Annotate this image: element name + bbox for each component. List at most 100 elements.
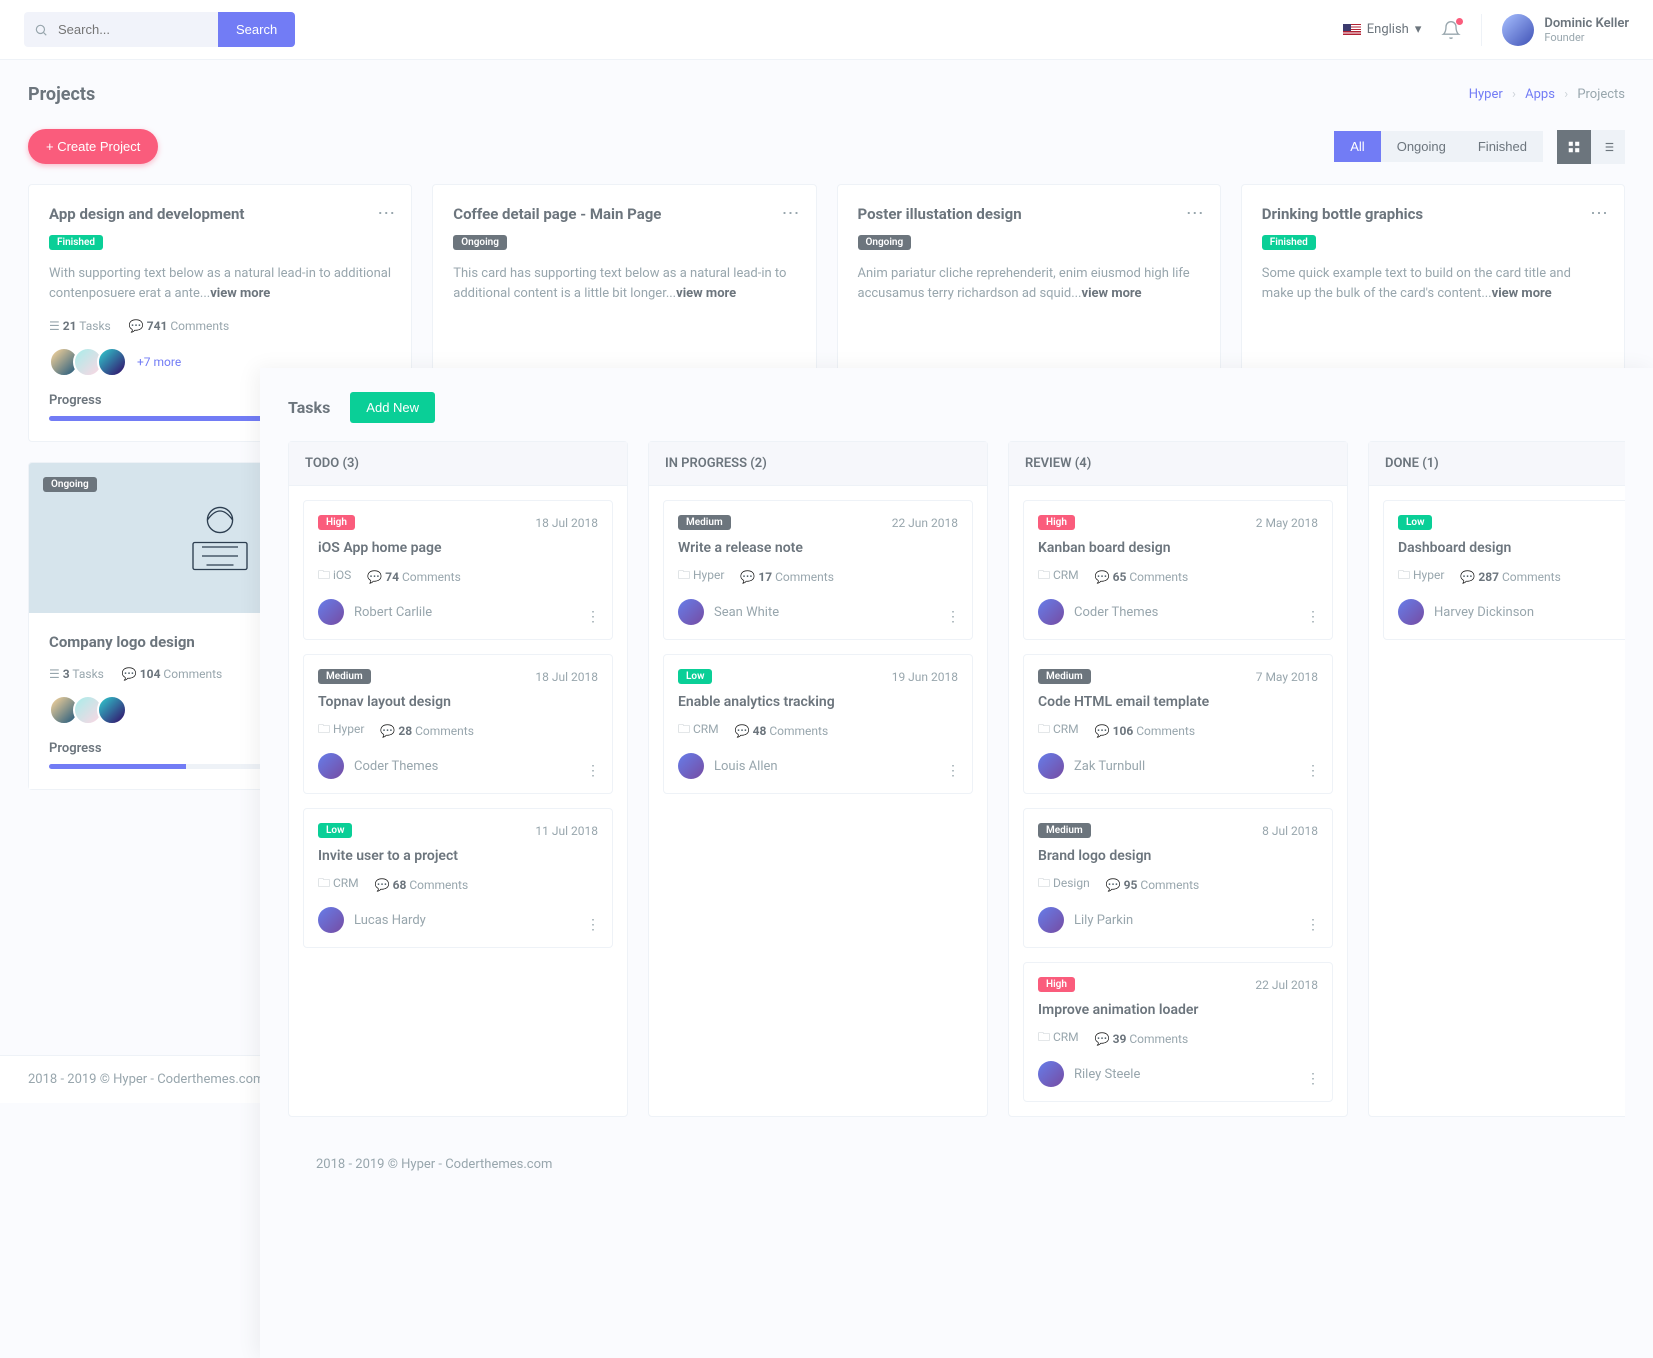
task-card[interactable]: Medium22 Jun 2018Write a release note🗀 H…	[663, 500, 973, 640]
create-project-button[interactable]: + Create Project	[28, 129, 158, 164]
footer: 2018 - 2019 © Hyper - Coderthemes.com	[288, 1137, 1625, 1192]
task-menu-icon[interactable]: ⋮	[1306, 609, 1320, 625]
kanban-column: DONE (1)LowDashboard design🗀 Hyper💬 287 …	[1368, 441, 1625, 1117]
grid-view-button[interactable]	[1557, 130, 1591, 164]
list-view-button[interactable]	[1591, 130, 1625, 164]
user-menu[interactable]: Dominic Keller Founder	[1481, 14, 1629, 46]
assignee-name: Louis Allen	[714, 759, 778, 774]
assignee-name: Zak Turnbull	[1074, 759, 1145, 774]
column-body: LowDashboard design🗀 Hyper💬 287 Comments…	[1369, 486, 1625, 654]
task-title: Code HTML email template	[1038, 694, 1318, 710]
task-assignee: Zak Turnbull	[1038, 753, 1318, 779]
card-menu-icon[interactable]: ⋯	[1186, 203, 1204, 224]
user-role: Founder	[1544, 31, 1629, 44]
project-description: Some quick example text to build on the …	[1262, 264, 1604, 303]
task-menu-icon[interactable]: ⋮	[1306, 1071, 1320, 1087]
task-title: Write a release note	[678, 540, 958, 556]
task-comments: 💬 95 Comments	[1106, 878, 1200, 892]
view-more-link[interactable]: view more	[1492, 286, 1552, 301]
assignee-name: Coder Themes	[354, 759, 438, 774]
task-meta: 🗀 CRM💬 39 Comments	[1038, 1028, 1318, 1049]
view-more-link[interactable]: view more	[1082, 286, 1142, 301]
task-menu-icon[interactable]: ⋮	[1306, 917, 1320, 933]
card-menu-icon[interactable]: ⋯	[1590, 203, 1608, 224]
task-meta: 🗀 iOS💬 74 Comments	[318, 566, 598, 587]
avatar[interactable]	[97, 695, 127, 725]
task-comments: 💬 17 Comments	[740, 570, 834, 584]
column-header: TODO (3)	[289, 442, 627, 486]
task-meta: 🗀 Hyper💬 17 Comments	[678, 566, 958, 587]
filter-ongoing[interactable]: Ongoing	[1381, 131, 1462, 162]
project-meta: ☰ 21 Tasks💬 741 Comments	[49, 319, 391, 333]
task-title: Improve animation loader	[1038, 1002, 1318, 1018]
filter-all[interactable]: All	[1334, 131, 1380, 162]
task-menu-icon[interactable]: ⋮	[1306, 763, 1320, 779]
avatar	[318, 907, 344, 933]
user-name: Dominic Keller	[1544, 16, 1629, 31]
task-date: 11 Jul 2018	[535, 824, 598, 838]
card-menu-icon[interactable]: ⋯	[782, 203, 800, 224]
notifications-button[interactable]	[1441, 20, 1461, 40]
task-menu-icon[interactable]: ⋮	[946, 763, 960, 779]
status-badge: Ongoing	[43, 477, 97, 492]
task-project: 🗀 CRM	[1038, 720, 1079, 741]
language-selector[interactable]: English ▾	[1343, 22, 1422, 37]
task-card[interactable]: Low11 Jul 2018Invite user to a project🗀 …	[303, 808, 613, 948]
task-comments: 💬 28 Comments	[380, 724, 474, 738]
task-card[interactable]: Medium8 Jul 2018Brand logo design🗀 Desig…	[1023, 808, 1333, 948]
task-assignee: Coder Themes	[1038, 599, 1318, 625]
flag-icon	[1343, 24, 1361, 36]
add-task-button[interactable]: Add New	[350, 392, 435, 423]
task-card[interactable]: LowDashboard design🗀 Hyper💬 287 Comments…	[1383, 500, 1625, 640]
avatar[interactable]	[97, 347, 127, 377]
avatar	[1398, 599, 1424, 625]
breadcrumb-link[interactable]: Apps	[1525, 87, 1555, 102]
priority-badge: Low	[1398, 515, 1432, 530]
task-card[interactable]: High18 Jul 2018iOS App home page🗀 iOS💬 7…	[303, 500, 613, 640]
breadcrumb-link[interactable]: Hyper	[1469, 87, 1503, 102]
priority-badge: Medium	[318, 669, 371, 684]
column-body: Medium22 Jun 2018Write a release note🗀 H…	[649, 486, 987, 808]
task-title: Dashboard design	[1398, 540, 1625, 556]
task-card[interactable]: Medium7 May 2018Code HTML email template…	[1023, 654, 1333, 794]
task-project: 🗀 iOS	[318, 566, 351, 587]
task-date: 22 Jun 2018	[892, 516, 958, 530]
task-card[interactable]: High2 May 2018Kanban board design🗀 CRM💬 …	[1023, 500, 1333, 640]
card-menu-icon[interactable]: ⋯	[377, 203, 395, 224]
task-meta: 🗀 CRM💬 106 Comments	[1038, 720, 1318, 741]
task-title: iOS App home page	[318, 540, 598, 556]
task-card[interactable]: High22 Jul 2018Improve animation loader🗀…	[1023, 962, 1333, 1102]
breadcrumb: Hyper › Apps › Projects	[1469, 87, 1625, 102]
view-more-link[interactable]: view more	[676, 286, 736, 301]
task-card[interactable]: Low19 Jun 2018Enable analytics tracking🗀…	[663, 654, 973, 794]
column-header: REVIEW (4)	[1009, 442, 1347, 486]
column-header: IN PROGRESS (2)	[649, 442, 987, 486]
task-menu-icon[interactable]: ⋮	[586, 763, 600, 779]
task-project: 🗀 Design	[1038, 874, 1090, 895]
search-button[interactable]: Search	[218, 12, 295, 47]
page-header: Projects Hyper › Apps › Projects	[0, 60, 1653, 117]
task-assignee: Harvey Dickinson	[1398, 599, 1625, 625]
task-menu-icon[interactable]: ⋮	[946, 609, 960, 625]
task-date: 18 Jul 2018	[535, 670, 598, 684]
kanban-column: TODO (3)High18 Jul 2018iOS App home page…	[288, 441, 628, 1117]
assignee-name: Robert Carlile	[354, 605, 432, 620]
task-card[interactable]: Medium18 Jul 2018Topnav layout design🗀 H…	[303, 654, 613, 794]
assignee-name: Lucas Hardy	[354, 913, 426, 928]
assignee-name: Sean White	[714, 605, 779, 620]
task-menu-icon[interactable]: ⋮	[586, 609, 600, 625]
search-input[interactable]	[58, 12, 218, 47]
task-project: 🗀 Hyper	[318, 720, 364, 741]
task-meta: 🗀 CRM💬 65 Comments	[1038, 566, 1318, 587]
priority-badge: Medium	[1038, 669, 1091, 684]
avatar	[678, 599, 704, 625]
assignee-name: Lily Parkin	[1074, 913, 1133, 928]
view-more-link[interactable]: view more	[210, 286, 270, 301]
more-members-link[interactable]: +7 more	[137, 355, 181, 369]
tasks-count: ☰ 21 Tasks	[49, 319, 111, 333]
assignee-name: Riley Steele	[1074, 1067, 1140, 1082]
filter-finished[interactable]: Finished	[1462, 131, 1543, 162]
task-menu-icon[interactable]: ⋮	[586, 917, 600, 933]
breadcrumb-current: Projects	[1577, 87, 1625, 102]
plus-icon: +	[46, 139, 57, 154]
